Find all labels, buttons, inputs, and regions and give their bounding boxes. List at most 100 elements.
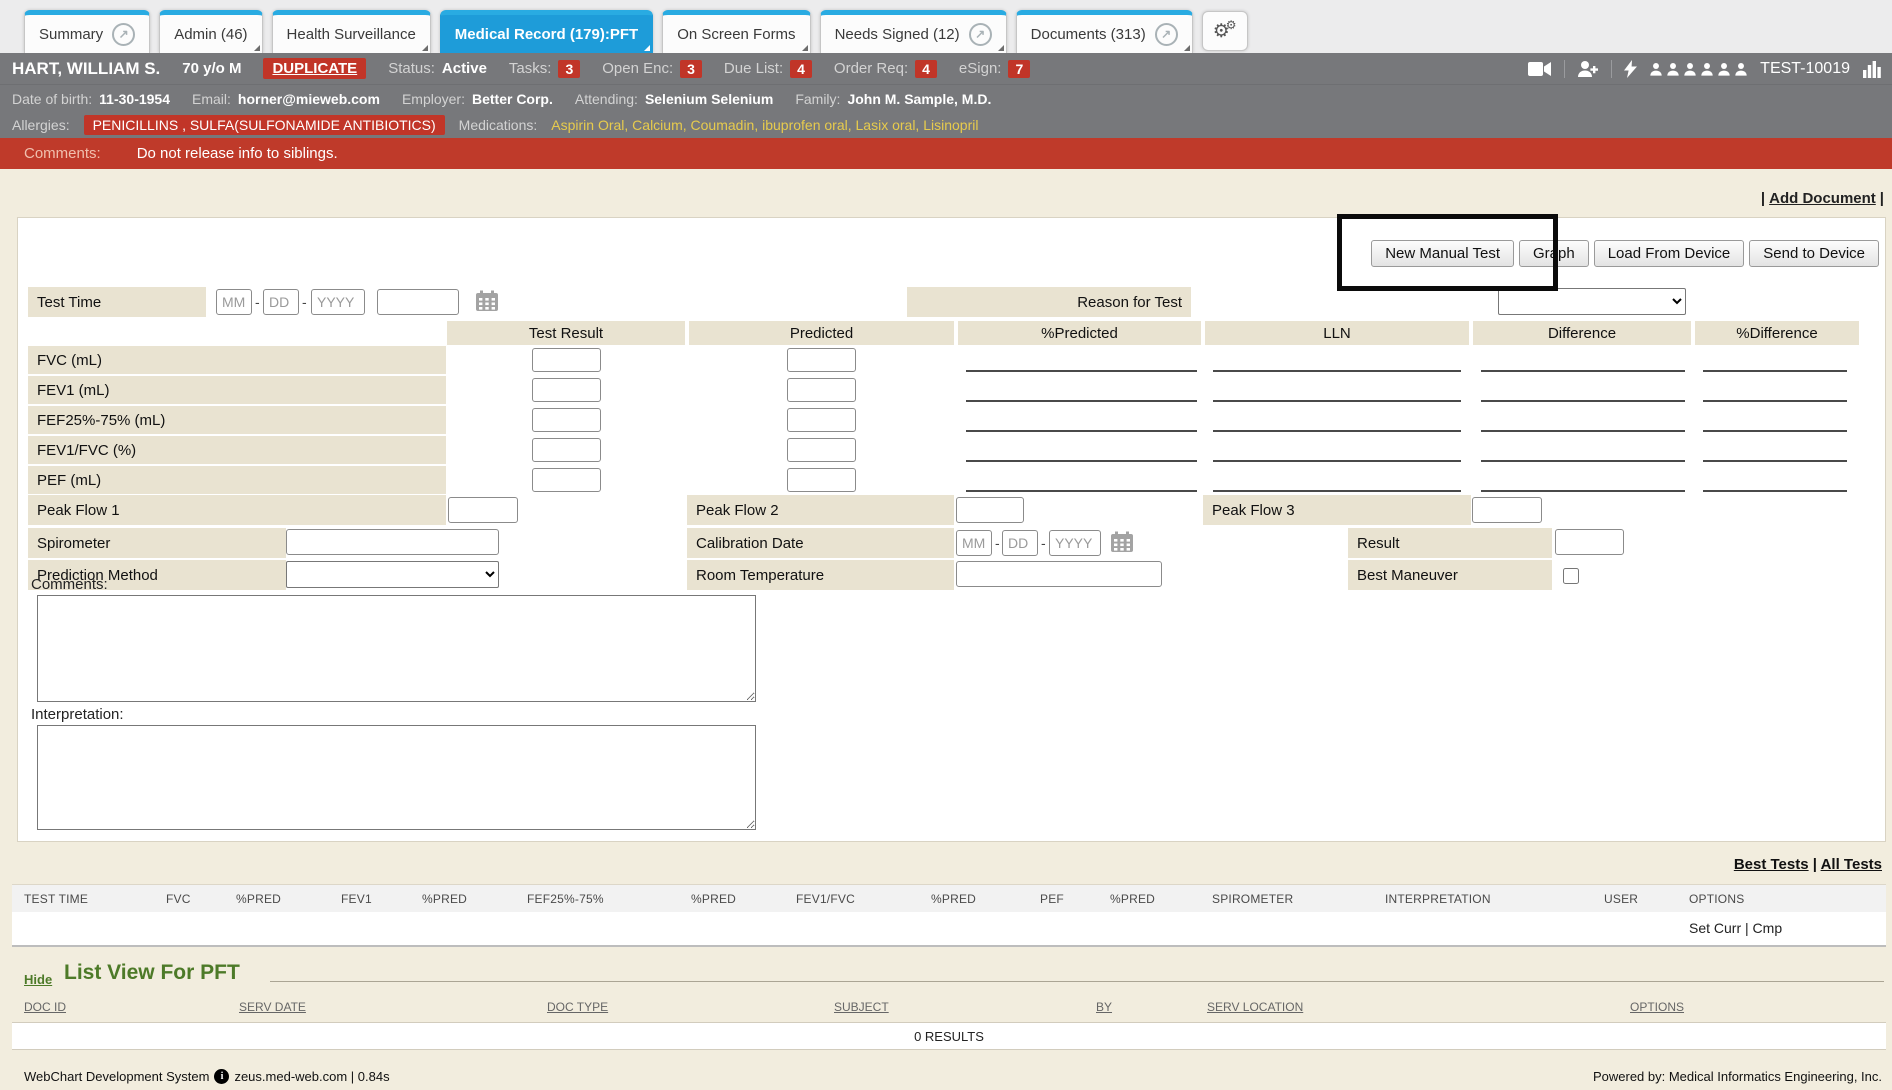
test-time-time-input[interactable] bbox=[377, 289, 459, 315]
calibration-day-input[interactable] bbox=[1002, 530, 1038, 556]
column-header-pct-predicted: %Predicted bbox=[958, 321, 1201, 345]
spirometer-input[interactable] bbox=[286, 529, 499, 555]
tab-documents[interactable]: Documents (313) ↗ bbox=[1016, 10, 1193, 53]
calendar-icon[interactable] bbox=[475, 290, 499, 312]
reason-for-test-select[interactable] bbox=[1498, 288, 1686, 315]
col-pred-5: %PRED bbox=[1110, 892, 1155, 906]
annotation-rectangle bbox=[1337, 214, 1558, 291]
row-label-fvc: FVC (mL) bbox=[28, 346, 446, 374]
settings-gears-icon[interactable]: ⚙⚙ bbox=[1202, 11, 1248, 51]
interpretation-textarea[interactable] bbox=[37, 725, 756, 830]
duplicate-flag[interactable]: DUPLICATE bbox=[263, 58, 366, 79]
family-value: John M. Sample, M.D. bbox=[847, 91, 991, 107]
family-label: Family: bbox=[795, 91, 840, 107]
result-input[interactable] bbox=[1555, 529, 1624, 555]
col-options: OPTIONS bbox=[1689, 892, 1744, 906]
peak-flow-3-input[interactable] bbox=[1472, 497, 1542, 523]
open-enc-count-badge[interactable]: 3 bbox=[680, 60, 702, 78]
fev1-predicted-input[interactable] bbox=[787, 378, 856, 402]
esign-count-badge[interactable]: 7 bbox=[1008, 60, 1030, 78]
fev1-test-result-input[interactable] bbox=[532, 378, 601, 402]
open-enc-counter[interactable]: Open Enc: 3 bbox=[602, 60, 702, 78]
video-camera-icon[interactable] bbox=[1528, 61, 1552, 77]
due-list-counter[interactable]: Due List: 4 bbox=[724, 60, 812, 78]
person-icon bbox=[1717, 62, 1731, 76]
tab-admin[interactable]: Admin (46) bbox=[159, 10, 262, 53]
all-tests-link[interactable]: All Tests bbox=[1821, 856, 1882, 873]
tab-on-screen-forms[interactable]: On Screen Forms bbox=[662, 10, 810, 53]
fef-predicted-input[interactable] bbox=[787, 408, 856, 432]
list-col-by[interactable]: BY bbox=[1096, 1000, 1112, 1014]
bar-chart-icon[interactable] bbox=[1862, 60, 1882, 78]
person-add-icon[interactable] bbox=[1577, 60, 1599, 78]
test-time-year-input[interactable] bbox=[311, 289, 365, 315]
hide-list-view-link[interactable]: Hide bbox=[24, 972, 52, 987]
fev1fvc-test-result-input[interactable] bbox=[532, 438, 601, 462]
tasks-count-badge[interactable]: 3 bbox=[558, 60, 580, 78]
fef-test-result-input[interactable] bbox=[532, 408, 601, 432]
esign-counter[interactable]: eSign: 7 bbox=[959, 60, 1030, 78]
medications-value[interactable]: Aspirin Oral, Calcium, Coumadin, ibuprof… bbox=[551, 117, 978, 133]
list-col-serv-date[interactable]: SERV DATE bbox=[239, 1000, 306, 1014]
load-from-device-button[interactable]: Load From Device bbox=[1594, 240, 1745, 267]
column-header-pct-difference: %Difference bbox=[1695, 321, 1859, 345]
due-list-count-badge[interactable]: 4 bbox=[790, 60, 812, 78]
calibration-date-label: Calibration Date bbox=[687, 528, 954, 558]
send-to-device-button[interactable]: Send to Device bbox=[1749, 240, 1879, 267]
results-empty-row: Set Curr | Cmp bbox=[12, 912, 1886, 947]
peak-flow-2-input[interactable] bbox=[956, 497, 1024, 523]
test-time-day-input[interactable] bbox=[263, 289, 299, 315]
room-temperature-input[interactable] bbox=[956, 561, 1162, 587]
lightning-icon[interactable] bbox=[1624, 60, 1637, 78]
popout-arrow-icon[interactable]: ↗ bbox=[1155, 23, 1178, 46]
webchart-pft-page: { "misc": {"pipe": "|", "dash": "-"}, "c… bbox=[0, 0, 1892, 1090]
set-curr-cmp-action[interactable]: Set Curr | Cmp bbox=[1689, 920, 1782, 936]
occupant-icons[interactable] bbox=[1649, 62, 1748, 76]
form-comments-textarea[interactable] bbox=[37, 595, 756, 702]
list-col-serv-location[interactable]: SERV LOCATION bbox=[1207, 1000, 1303, 1014]
col-pef: PEF bbox=[1040, 892, 1064, 906]
patient-status: Status: Active bbox=[388, 60, 487, 77]
pef-test-result-input[interactable] bbox=[532, 468, 601, 492]
best-tests-link[interactable]: Best Tests bbox=[1734, 856, 1809, 873]
tab-medical-record[interactable]: Medical Record (179):PFT bbox=[440, 10, 653, 53]
peak-flow-1-input[interactable] bbox=[448, 497, 518, 523]
fvc-predicted-input[interactable] bbox=[787, 348, 856, 372]
fev1fvc-predicted-input[interactable] bbox=[787, 438, 856, 462]
calendar-icon[interactable] bbox=[1110, 531, 1134, 553]
tab-medical-record-label: Medical Record (179):PFT bbox=[455, 26, 638, 43]
patient-demographics-bar: Date of birth:11-30-1954 Email:horner@mi… bbox=[0, 84, 1892, 113]
tasks-counter[interactable]: Tasks: 3 bbox=[509, 60, 580, 78]
tab-summary[interactable]: Summary ↗ bbox=[24, 10, 150, 53]
tab-health-surveillance[interactable]: Health Surveillance bbox=[272, 10, 431, 53]
list-view-title: List View For PFT bbox=[64, 961, 240, 985]
list-col-options[interactable]: OPTIONS bbox=[1630, 1000, 1684, 1014]
calibration-year-input[interactable] bbox=[1049, 530, 1101, 556]
calibration-month-input[interactable] bbox=[956, 530, 992, 556]
fvc-test-result-input[interactable] bbox=[532, 348, 601, 372]
results-table-header: TEST TIME FVC %PRED FEV1 %PRED FEF25%-75… bbox=[12, 884, 1886, 914]
popout-arrow-icon[interactable]: ↗ bbox=[969, 23, 992, 46]
tab-needs-signed[interactable]: Needs Signed (12) ↗ bbox=[820, 10, 1007, 53]
best-maneuver-checkbox[interactable] bbox=[1563, 568, 1579, 584]
test-time-month-input[interactable] bbox=[216, 289, 252, 315]
allergies-value[interactable]: PENICILLINS , SULFA(SULFONAMIDE ANTIBIOT… bbox=[84, 115, 445, 135]
list-col-doc-type[interactable]: DOC TYPE bbox=[547, 1000, 608, 1014]
list-col-doc-id[interactable]: DOC ID bbox=[24, 1000, 66, 1014]
allergies-label: Allergies: bbox=[12, 117, 70, 133]
list-col-subject[interactable]: SUBJECT bbox=[834, 1000, 889, 1014]
popout-arrow-icon[interactable]: ↗ bbox=[112, 23, 135, 46]
add-document-link[interactable]: Add Document bbox=[1769, 190, 1876, 207]
patient-header-bar: HART, WILLIAM S. 70 y/o M DUPLICATE Stat… bbox=[0, 53, 1892, 84]
interpretation-label: Interpretation: bbox=[31, 706, 124, 723]
info-icon[interactable]: i bbox=[214, 1069, 229, 1084]
order-req-count-badge[interactable]: 4 bbox=[915, 60, 937, 78]
patient-name: HART, WILLIAM S. bbox=[12, 59, 160, 79]
pef-predicted-input[interactable] bbox=[787, 468, 856, 492]
main-tab-bar: Summary ↗ Admin (46) Health Surveillance… bbox=[0, 0, 1892, 53]
allergies-medications-bar: Allergies: PENICILLINS , SULFA(SULFONAMI… bbox=[0, 112, 1892, 138]
column-header-test-result: Test Result bbox=[447, 321, 685, 345]
spirometer-label: Spirometer bbox=[28, 528, 286, 558]
prediction-method-select[interactable] bbox=[286, 561, 499, 588]
order-req-counter[interactable]: Order Req: 4 bbox=[834, 60, 937, 78]
